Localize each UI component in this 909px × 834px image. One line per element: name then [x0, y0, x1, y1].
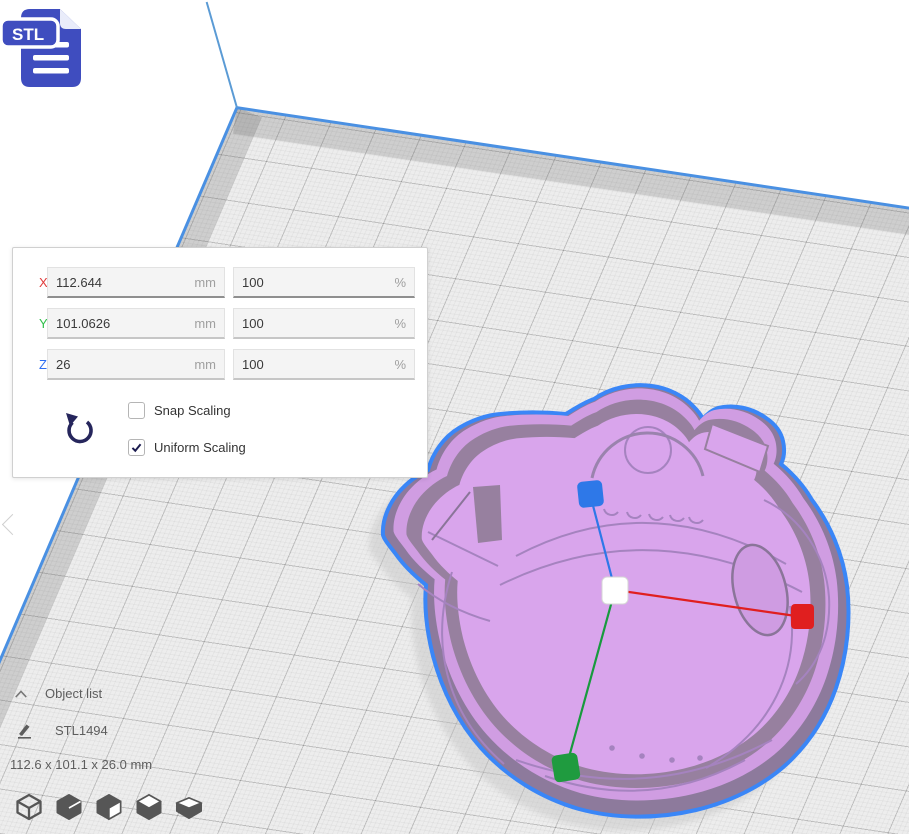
- scale-y-mm-input[interactable]: 101.0626 mm: [47, 308, 225, 339]
- reset-scale-button[interactable]: [63, 410, 97, 448]
- object-list-title: Object list: [45, 686, 102, 701]
- gizmo-handle-center[interactable]: [602, 577, 628, 604]
- camera-view-toolbar: [14, 792, 204, 822]
- front-view-icon[interactable]: [54, 792, 84, 822]
- checkmark-icon: [130, 441, 143, 454]
- panel-pointer: [2, 514, 23, 535]
- uniform-scaling-row: Uniform Scaling: [128, 438, 246, 456]
- scale-row-y: Y 101.0626 mm 100 %: [13, 308, 427, 339]
- scale-x-percent-input[interactable]: 100 %: [233, 267, 415, 298]
- object-list-item[interactable]: STL1494: [16, 722, 108, 739]
- build-volume-z-line: [206, 2, 238, 108]
- scale-y-percent-input[interactable]: 100 %: [233, 308, 415, 339]
- stl-file-icon: STL: [0, 2, 92, 96]
- 3d-view-icon[interactable]: [14, 792, 44, 822]
- right-view-icon[interactable]: [174, 792, 204, 822]
- object-list-header[interactable]: Object list: [14, 686, 102, 701]
- uniform-scaling-checkbox[interactable]: [128, 439, 145, 456]
- spout-rim-wedge: [473, 485, 502, 543]
- scale-z-percent-input[interactable]: 100 %: [233, 349, 415, 380]
- scale-tool-panel: X 112.644 mm 100 % Y 101.0626 mm 100 % Z…: [12, 247, 428, 478]
- object-item-name: STL1494: [55, 723, 108, 738]
- uniform-scaling-label: Uniform Scaling: [154, 440, 246, 455]
- cura-viewport: { "app": { "background": "#ffffff", "pla…: [0, 0, 909, 834]
- snap-scaling-checkbox[interactable]: [128, 402, 145, 419]
- scale-row-x: X 112.644 mm 100 %: [13, 267, 427, 298]
- gizmo-handle-x[interactable]: [791, 604, 814, 629]
- model-dimensions-label: 112.6 x 101.1 x 26.0 mm: [10, 757, 152, 772]
- gizmo-handle-y[interactable]: [551, 752, 581, 783]
- top-view-icon[interactable]: [94, 792, 124, 822]
- gizmo-handle-z[interactable]: [577, 480, 605, 508]
- model-3d-teapot-mold[interactable]: [355, 368, 875, 834]
- left-view-icon[interactable]: [134, 792, 164, 822]
- chevron-up-icon: [14, 689, 28, 699]
- scale-x-mm-input[interactable]: 112.644 mm: [47, 267, 225, 298]
- stl-badge-label: STL: [12, 25, 44, 44]
- pencil-icon: [16, 722, 33, 739]
- snap-scaling-row: Snap Scaling: [128, 401, 231, 419]
- scale-z-mm-input[interactable]: 26 mm: [47, 349, 225, 380]
- snap-scaling-label: Snap Scaling: [154, 403, 231, 418]
- scale-row-z: Z 26 mm 100 %: [13, 349, 427, 380]
